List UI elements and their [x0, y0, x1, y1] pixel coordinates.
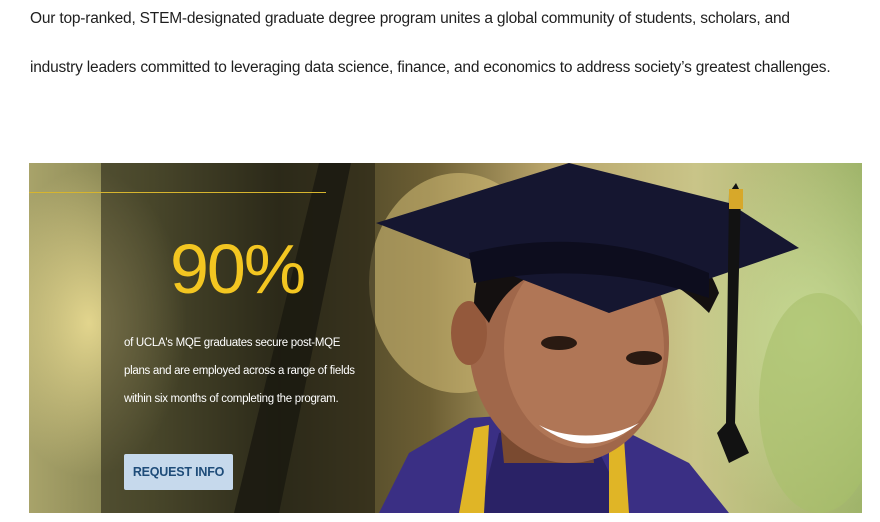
request-info-button[interactable]: REQUEST INFO: [124, 454, 233, 490]
stat-value: 90%: [170, 230, 306, 308]
intro-line-1: Our top-ranked, STEM-designated graduate…: [30, 10, 790, 27]
stat-description: of UCLA's MQE graduates secure post-MQE …: [124, 337, 355, 405]
hero-banner: 90% of UCLA's MQE graduates secure post-…: [29, 163, 862, 513]
gold-divider: [29, 192, 326, 193]
intro-line-2: industry leaders committed to leveraging…: [30, 59, 831, 76]
